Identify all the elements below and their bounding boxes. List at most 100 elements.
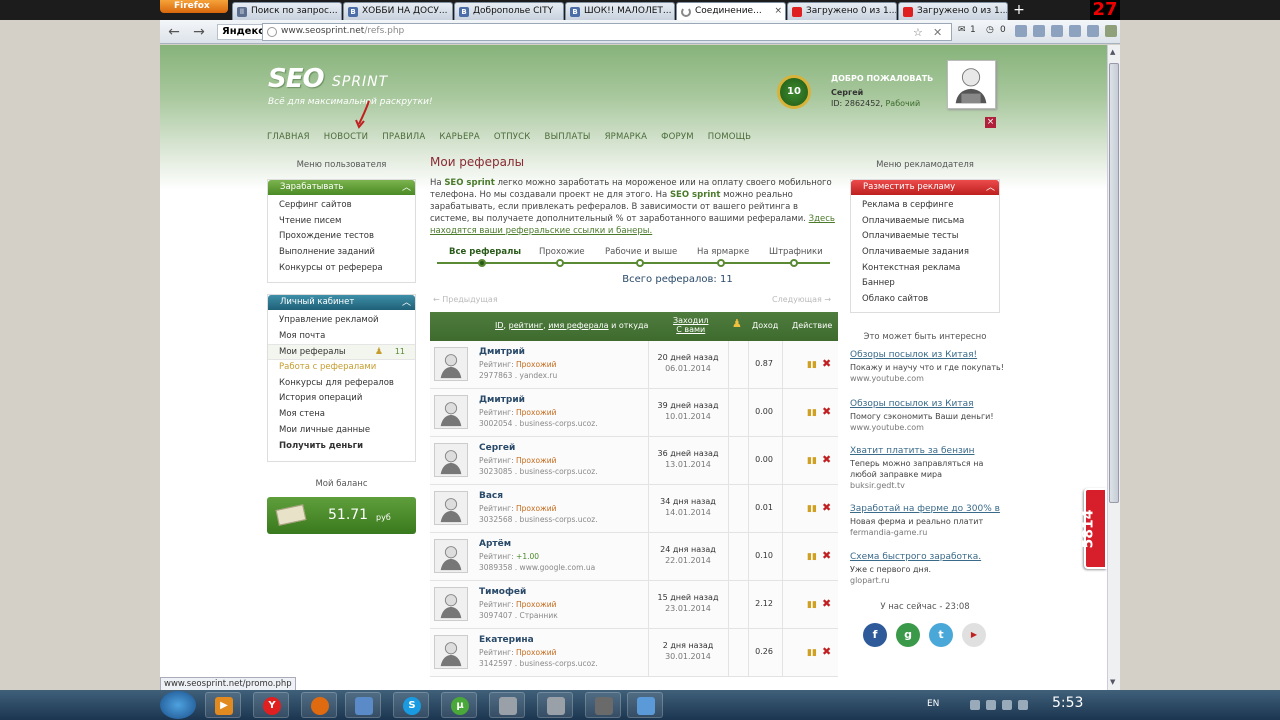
taskbar-skype[interactable]: S [393,692,429,718]
referral-avatar[interactable] [434,539,468,573]
referral-avatar[interactable] [434,491,468,525]
new-tab-button[interactable]: + [1010,2,1028,19]
close-icon[interactable]: × [774,6,782,16]
referral-avatar[interactable] [434,635,468,669]
stats-icon[interactable]: ▮▮ [807,456,817,466]
google-icon[interactable]: g [896,623,920,647]
stats-icon[interactable]: ▮▮ [807,360,817,370]
scroll-thumb[interactable] [1109,63,1119,503]
volume-icon[interactable] [1018,700,1028,710]
tray-icon[interactable] [970,700,980,710]
page-scrollbar[interactable]: ▲ ▼ [1107,45,1120,690]
cabinet-item-history[interactable]: История операций [268,391,415,407]
taskbar-firefox[interactable] [301,692,337,718]
taskbar-clock[interactable]: 5:53 [1052,695,1083,711]
balance-box[interactable]: 51.71 руб [267,497,416,534]
referral-name[interactable]: Дмитрий [479,347,525,357]
cabinet-item-ref-contests[interactable]: Конкурсы для рефералов [268,376,415,392]
stats-icon[interactable]: ▮▮ [807,504,817,514]
site-logo[interactable]: SEO [268,64,325,94]
earn-header[interactable]: Зарабатывать ︿ [268,180,415,195]
tab-youtube-2[interactable]: Загружено 0 из 1... [898,2,1008,20]
scroll-up-icon[interactable]: ▲ [1110,48,1115,56]
promo-title-link[interactable]: Обзоры посылок из Китая! [850,350,1010,360]
delete-icon[interactable]: ✖ [822,597,831,610]
tab-fair[interactable]: На ярмарке [697,247,749,257]
cabinet-item-work-referrals[interactable]: Работа с рефералами [268,360,415,376]
tab-penalized[interactable]: Штрафники [769,247,823,257]
cabinet-header[interactable]: Личный кабинет ︿ [268,295,415,310]
delete-icon[interactable]: ✖ [822,549,831,562]
cabinet-item-referrals[interactable]: Мои рефералы ♟ 11 [268,344,415,361]
referral-name[interactable]: Тимофей [479,587,526,597]
tab-youtube-1[interactable]: Загружено 0 из 1... [787,2,897,20]
taskbar-app[interactable] [537,692,573,718]
taskbar-utorrent[interactable]: µ [441,692,477,718]
stats-icon[interactable]: ▮▮ [807,552,817,562]
tab-passersby[interactable]: Прохожие [539,247,585,257]
tab-search[interactable]: ll Поиск по запрос... [232,2,342,20]
tab-workers[interactable]: Рабочие и выше [605,247,677,257]
menu-fair[interactable]: ЯРМАРКА [605,132,648,142]
cabinet-item-withdraw[interactable]: Получить деньги [268,439,415,455]
taskbar-app[interactable] [489,692,525,718]
back-arrow-icon[interactable]: ← [165,23,183,41]
mail-icon[interactable]: ✉ [958,25,966,35]
menu-home[interactable]: ГЛАВНАЯ [267,132,310,142]
extension-icon[interactable] [1051,25,1063,37]
chevron-up-icon[interactable]: ︿ [986,180,995,193]
menu-help[interactable]: ПОМОЩЬ [708,132,751,142]
promo-title-link[interactable]: Схема быстрого заработка. [850,552,1010,562]
menu-news[interactable]: НОВОСТИ [324,132,369,142]
column-visited[interactable]: Заходил С вами [673,316,709,334]
extension-icon[interactable] [1015,25,1027,37]
tab-shock[interactable]: B ШОК!! МАЛОЛЕТ... [565,2,675,20]
taskbar-app[interactable] [585,692,621,718]
tab-dobropolye[interactable]: B Доброполье CITY [454,2,564,20]
cabinet-item-ads[interactable]: Управление рекламой [268,313,415,329]
language-indicator[interactable]: EN [927,699,939,709]
ad-item-cloud[interactable]: Облако сайтов [851,292,999,308]
chevron-up-icon[interactable]: ︿ [402,295,411,308]
user-status[interactable]: Рабочий [885,99,920,108]
menu-rules[interactable]: ПРАВИЛА [382,132,425,142]
cabinet-item-personal[interactable]: Мои личные данные [268,423,415,439]
delete-icon[interactable]: ✖ [822,501,831,514]
stats-icon[interactable]: ▮▮ [807,600,817,610]
taskbar-explorer[interactable] [345,692,381,718]
delete-icon[interactable]: ✖ [822,405,831,418]
star-icon[interactable]: ☆ [913,26,923,39]
promo-title-link[interactable]: Заработай на ферме до 300% в [850,504,1010,514]
earn-item-surfing[interactable]: Серфинг сайтов [268,198,415,214]
youtube-icon[interactable]: ▶ [962,623,986,647]
promo-title-link[interactable]: Обзоры посылок из Китая [850,399,1010,409]
ad-item-tasks[interactable]: Оплачиваемые задания [851,245,999,261]
tab-hobby[interactable]: B ХОББИ НА ДОСУ... [343,2,453,20]
ad-item-banner[interactable]: Баннер [851,276,999,292]
next-page-link[interactable]: Следующая → [772,295,831,304]
close-icon[interactable]: ✕ [933,26,942,39]
referral-name[interactable]: Артём [479,539,511,549]
ad-item-context[interactable]: Контекстная реклама [851,261,999,277]
delete-icon[interactable]: ✖ [822,357,831,370]
windows-start-button[interactable] [160,691,196,719]
taskbar-yandex[interactable]: Y [253,692,289,718]
sort-people-icon[interactable]: ♟ [732,317,742,330]
ad-item-mail[interactable]: Оплачиваемые письма [851,214,999,230]
menu-career[interactable]: КАРЬЕРА [439,132,480,142]
referral-avatar[interactable] [434,587,468,621]
forward-arrow-icon[interactable]: → [190,23,208,41]
referral-name[interactable]: Екатерина [479,635,534,645]
earn-item-contests[interactable]: Конкурсы от реферера [268,261,415,277]
twitter-icon[interactable]: t [929,623,953,647]
column-income[interactable]: Доход [752,321,778,330]
earn-item-tests[interactable]: Прохождение тестов [268,229,415,245]
avatar[interactable] [947,60,996,109]
referral-avatar[interactable] [434,347,468,381]
tray-icon[interactable] [986,700,996,710]
menu-icon[interactable] [1105,25,1117,37]
menu-payouts[interactable]: ВЫПЛАТЫ [545,132,591,142]
tab-all-referrals[interactable]: Все рефералы [449,247,521,257]
scroll-down-icon[interactable]: ▼ [1110,678,1115,686]
chevron-up-icon[interactable]: ︿ [402,180,411,193]
